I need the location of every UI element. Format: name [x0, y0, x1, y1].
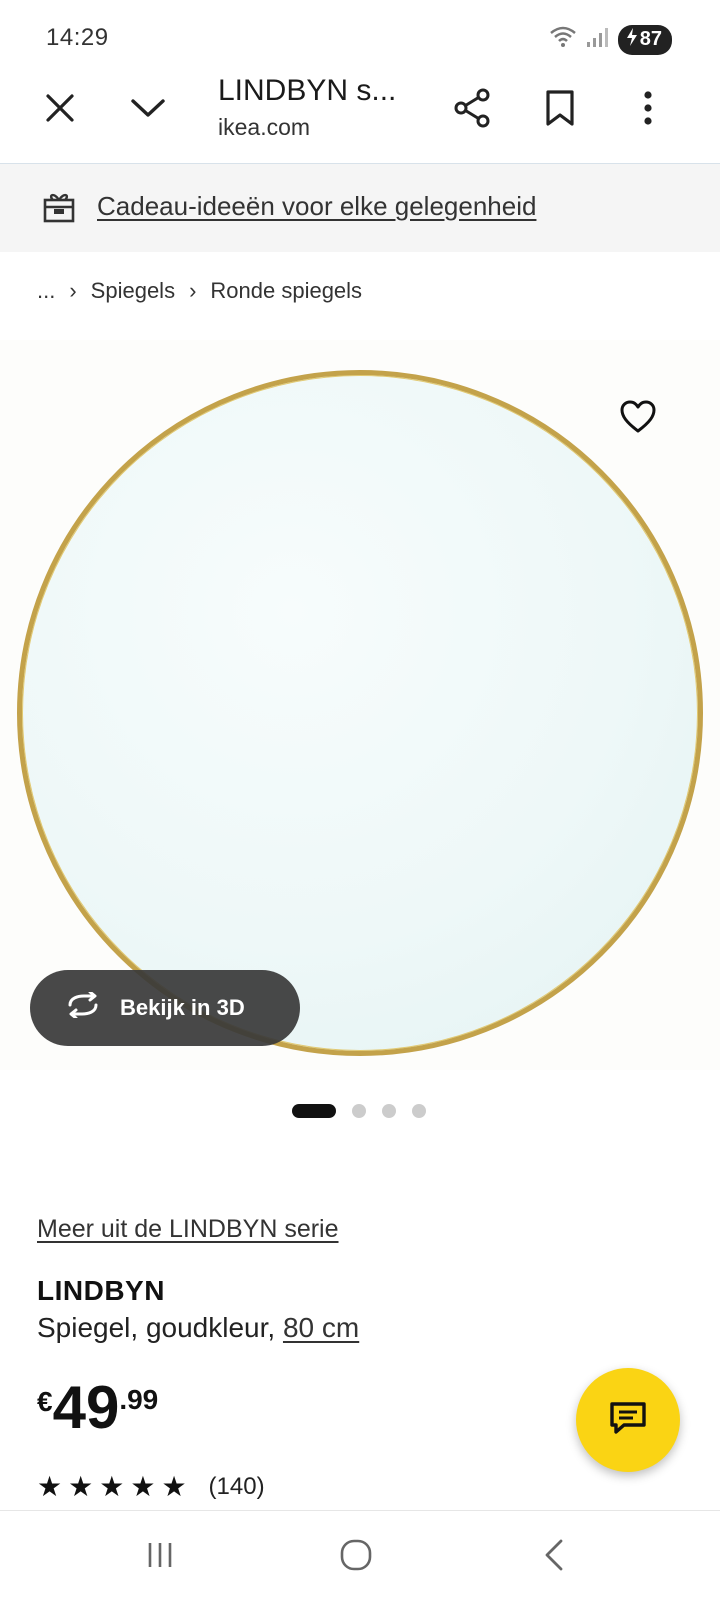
more-options-button[interactable]	[624, 86, 672, 134]
chat-icon	[608, 1400, 648, 1441]
product-image-mirror	[17, 370, 703, 1056]
view-in-3d-button[interactable]: Bekijk in 3D	[30, 970, 300, 1046]
wifi-icon	[548, 24, 578, 55]
back-icon	[542, 1538, 566, 1577]
chevron-right-icon: ›	[189, 278, 197, 303]
favorite-button[interactable]	[620, 400, 668, 448]
status-icons: 87	[548, 24, 672, 55]
page-domain: ikea.com	[218, 114, 311, 140]
carousel-dot-active[interactable]	[292, 1104, 336, 1118]
more-vert-icon	[643, 90, 653, 130]
chevron-down-icon	[130, 97, 166, 124]
home-icon	[339, 1538, 373, 1577]
expand-button[interactable]	[124, 86, 172, 134]
back-button[interactable]	[530, 1533, 578, 1581]
recent-apps-icon	[145, 1540, 175, 1575]
status-time: 14:29	[46, 24, 109, 51]
chevron-right-icon: ›	[69, 278, 77, 303]
product-rating[interactable]: ★ ★ ★ ★ ★ (140)	[37, 1473, 265, 1501]
recent-apps-button[interactable]	[136, 1533, 184, 1581]
review-count: (140)	[208, 1473, 265, 1500]
star-icon: ★	[68, 1471, 94, 1502]
share-button[interactable]	[448, 86, 496, 134]
battery-level: 87	[639, 28, 662, 50]
url-block[interactable]: LINDBYN s... ikea.com	[218, 74, 396, 141]
bookmark-button[interactable]	[536, 86, 584, 134]
battery-indicator: 87	[617, 24, 672, 55]
share-icon	[453, 88, 491, 133]
view-in-3d-label: Bekijk in 3D	[120, 995, 245, 1020]
star-icon: ★	[37, 1471, 63, 1502]
carousel-indicator	[292, 1104, 426, 1118]
product-description-text: Spiegel, goudkleur,	[37, 1312, 276, 1343]
price-currency: €	[37, 1386, 53, 1417]
carousel-dot[interactable]	[352, 1104, 366, 1118]
browser-toolbar: LINDBYN s... ikea.com	[0, 72, 720, 164]
close-button[interactable]	[36, 86, 84, 134]
breadcrumb-item-spiegels[interactable]: Spiegels	[91, 278, 175, 304]
heart-icon	[620, 400, 656, 438]
promo-banner: Cadeau-ideeën voor elke gelegenheid	[0, 164, 720, 252]
price-integer: 49	[52, 1374, 120, 1441]
bookmark-icon	[545, 89, 575, 132]
gift-icon	[42, 190, 76, 229]
star-icon: ★	[99, 1471, 125, 1502]
breadcrumb-item-ronde-spiegels[interactable]: Ronde spiegels	[210, 278, 362, 304]
price-decimals: .99	[119, 1384, 159, 1415]
rotate-3d-icon	[64, 990, 102, 1024]
page-title: LINDBYN s...	[218, 74, 397, 107]
system-nav-bar	[0, 1510, 720, 1600]
close-icon	[45, 93, 75, 128]
home-button[interactable]	[332, 1533, 380, 1581]
chat-button[interactable]	[576, 1368, 680, 1472]
product-image-carousel[interactable]: Bekijk in 3D	[0, 340, 720, 1070]
product-size-link[interactable]: 80 cm	[283, 1312, 359, 1343]
product-price: € 49 .99	[37, 1378, 158, 1438]
product-name: LINDBYN	[37, 1275, 165, 1306]
star-icon: ★	[130, 1471, 156, 1502]
battery-charging-icon	[626, 27, 638, 52]
carousel-dot[interactable]	[382, 1104, 396, 1118]
promo-link[interactable]: Cadeau-ideeën voor elke gelegenheid	[97, 191, 536, 222]
carousel-dot[interactable]	[412, 1104, 426, 1118]
status-bar: 14:29 87	[0, 0, 720, 72]
breadcrumb-ellipsis[interactable]: ...	[37, 278, 55, 304]
signal-icon	[586, 26, 610, 53]
series-link[interactable]: Meer uit de LINDBYN serie	[37, 1215, 339, 1244]
breadcrumb: ... › Spiegels › Ronde spiegels	[37, 278, 362, 304]
star-icon: ★	[161, 1471, 187, 1502]
product-description: Spiegel, goudkleur, 80 cm	[37, 1312, 359, 1344]
